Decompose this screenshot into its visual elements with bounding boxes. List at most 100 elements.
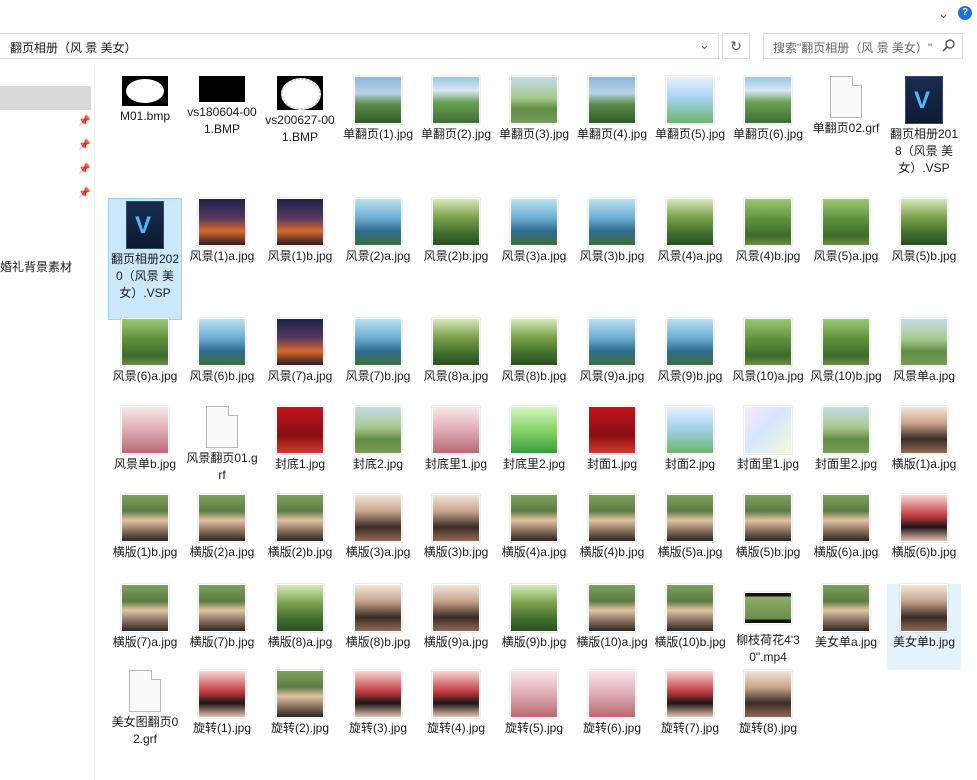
file-item[interactable]: 封面里2.jpg: [809, 406, 883, 473]
help-icon[interactable]: ?: [958, 6, 972, 20]
document-icon: [830, 76, 862, 118]
nav-selected-item[interactable]: [0, 86, 91, 110]
pin-icon[interactable]: 📌: [78, 164, 90, 175]
file-item[interactable]: 横版(8)a.jpg: [263, 584, 337, 651]
file-item[interactable]: 封面1.jpg: [575, 406, 649, 473]
file-item[interactable]: 封底里2.jpg: [497, 406, 571, 473]
file-item[interactable]: 旋转(7).jpg: [653, 670, 727, 737]
file-item[interactable]: 风景单a.jpg: [887, 318, 961, 385]
file-item[interactable]: 风景(8)a.jpg: [419, 318, 493, 385]
file-item[interactable]: 横版(9)a.jpg: [419, 584, 493, 651]
file-item[interactable]: 风景(5)b.jpg: [887, 198, 961, 265]
file-item[interactable]: 封底里1.jpg: [419, 406, 493, 473]
nav-folder-item[interactable]: 婚礼背景素材: [0, 258, 72, 275]
file-item[interactable]: V 翻页相册2020（风景 美女）.VSP: [108, 198, 182, 320]
image-thumbnail: [354, 670, 402, 718]
refresh-icon[interactable]: ↻: [722, 33, 750, 59]
search-box[interactable]: 搜索"翻页相册（风 景 美女）": [763, 33, 963, 59]
file-name: 风景(9)b.jpg: [657, 369, 723, 383]
file-item[interactable]: 单翻页02.grf: [809, 76, 883, 137]
file-item[interactable]: 横版(2)a.jpg: [185, 494, 259, 561]
file-item[interactable]: 旋转(5).jpg: [497, 670, 571, 737]
file-item[interactable]: 风景单b.jpg: [108, 406, 182, 473]
file-item[interactable]: 风景(1)a.jpg: [185, 198, 259, 265]
file-item[interactable]: 横版(6)a.jpg: [809, 494, 883, 561]
image-thumbnail: [354, 318, 402, 366]
file-item[interactable]: 风景翻页01.grf: [185, 406, 259, 484]
file-item[interactable]: 旋转(3).jpg: [341, 670, 415, 737]
file-item[interactable]: 封面2.jpg: [653, 406, 727, 473]
file-item[interactable]: 横版(5)a.jpg: [653, 494, 727, 561]
expand-ribbon-chevron-icon[interactable]: ⌄: [938, 6, 949, 22]
file-item[interactable]: 风景(6)a.jpg: [108, 318, 182, 385]
file-item[interactable]: 横版(4)b.jpg: [575, 494, 649, 561]
file-item[interactable]: 横版(1)a.jpg: [887, 406, 961, 473]
file-item[interactable]: 单翻页(2).jpg: [419, 76, 493, 143]
file-item[interactable]: vs200627-001.BMP: [263, 76, 337, 146]
file-item[interactable]: 风景(10)b.jpg: [809, 318, 883, 385]
file-item[interactable]: 美女图翻页02.grf: [108, 670, 182, 748]
file-item[interactable]: 单翻页(5).jpg: [653, 76, 727, 143]
file-item[interactable]: 旋转(2).jpg: [263, 670, 337, 737]
file-item[interactable]: 横版(7)a.jpg: [108, 584, 182, 651]
file-item[interactable]: 风景(9)a.jpg: [575, 318, 649, 385]
file-item[interactable]: 横版(10)a.jpg: [575, 584, 649, 651]
file-item[interactable]: 风景(2)b.jpg: [419, 198, 493, 265]
file-item[interactable]: 横版(3)b.jpg: [419, 494, 493, 561]
file-item[interactable]: 风景(7)b.jpg: [341, 318, 415, 385]
file-item[interactable]: 旋转(4).jpg: [419, 670, 493, 737]
file-item[interactable]: 封面里1.jpg: [731, 406, 805, 473]
file-item[interactable]: 美女单a.jpg: [809, 584, 883, 651]
file-item[interactable]: 横版(4)a.jpg: [497, 494, 571, 561]
file-item[interactable]: 风景(7)a.jpg: [263, 318, 337, 385]
file-item[interactable]: M01.bmp: [108, 76, 182, 125]
file-item[interactable]: 柳枝荷花4'30".mp4: [731, 584, 805, 666]
file-item[interactable]: 单翻页(6).jpg: [731, 76, 805, 143]
file-item[interactable]: 横版(2)b.jpg: [263, 494, 337, 561]
file-item[interactable]: 单翻页(4).jpg: [575, 76, 649, 143]
file-name: 风景(10)a.jpg: [732, 369, 804, 383]
pin-icon[interactable]: 📌: [78, 188, 90, 199]
file-item[interactable]: 旋转(6).jpg: [575, 670, 649, 737]
file-item[interactable]: 横版(3)a.jpg: [341, 494, 415, 561]
file-item[interactable]: 旋转(1).jpg: [185, 670, 259, 737]
file-name: 风景(3)a.jpg: [501, 249, 567, 263]
file-item[interactable]: 风景(4)b.jpg: [731, 198, 805, 265]
file-item[interactable]: 风景(4)a.jpg: [653, 198, 727, 265]
file-item[interactable]: 横版(10)b.jpg: [653, 584, 727, 651]
file-name: 风景(5)b.jpg: [891, 249, 957, 263]
image-thumbnail: [900, 584, 948, 632]
file-item[interactable]: 风景(3)a.jpg: [497, 198, 571, 265]
file-item[interactable]: 风景(10)a.jpg: [731, 318, 805, 385]
file-item[interactable]: 风景(3)b.jpg: [575, 198, 649, 265]
file-item[interactable]: 单翻页(1).jpg: [341, 76, 415, 143]
chevron-down-icon[interactable]: ⌄: [699, 37, 710, 53]
file-item[interactable]: 封底1.jpg: [263, 406, 337, 473]
file-item[interactable]: 风景(5)a.jpg: [809, 198, 883, 265]
pin-icon[interactable]: 📌: [78, 140, 90, 151]
file-name: 翻页相册2020（风景 美女）.VSP: [110, 252, 180, 300]
file-item[interactable]: 风景(9)b.jpg: [653, 318, 727, 385]
file-item[interactable]: 横版(7)b.jpg: [185, 584, 259, 651]
image-thumbnail: [666, 198, 714, 246]
file-item[interactable]: 横版(8)b.jpg: [341, 584, 415, 651]
file-item[interactable]: 旋转(8).jpg: [731, 670, 805, 737]
file-name: vs180604-001.BMP: [187, 105, 257, 136]
file-item[interactable]: 横版(5)b.jpg: [731, 494, 805, 561]
file-name: 单翻页(5).jpg: [654, 127, 725, 141]
file-item[interactable]: 风景(1)b.jpg: [263, 198, 337, 265]
pin-icon[interactable]: 📌: [78, 116, 90, 127]
file-item[interactable]: 横版(9)b.jpg: [497, 584, 571, 651]
file-item[interactable]: vs180604-001.BMP: [185, 76, 259, 138]
file-item[interactable]: V 翻页相册2018（风景 美女）.VSP: [887, 76, 961, 177]
file-item[interactable]: 单翻页(3).jpg: [497, 76, 571, 143]
file-item[interactable]: 横版(6)b.jpg: [887, 494, 961, 561]
search-icon[interactable]: [942, 38, 956, 57]
address-bar[interactable]: 翻页相册（风 景 美女） ⌄: [0, 33, 719, 59]
file-item[interactable]: 风景(8)b.jpg: [497, 318, 571, 385]
file-item[interactable]: 风景(2)a.jpg: [341, 198, 415, 265]
file-item[interactable]: 美女单b.jpg: [887, 584, 961, 670]
file-item[interactable]: 封底2.jpg: [341, 406, 415, 473]
file-item[interactable]: 风景(6)b.jpg: [185, 318, 259, 385]
file-item[interactable]: 横版(1)b.jpg: [108, 494, 182, 561]
